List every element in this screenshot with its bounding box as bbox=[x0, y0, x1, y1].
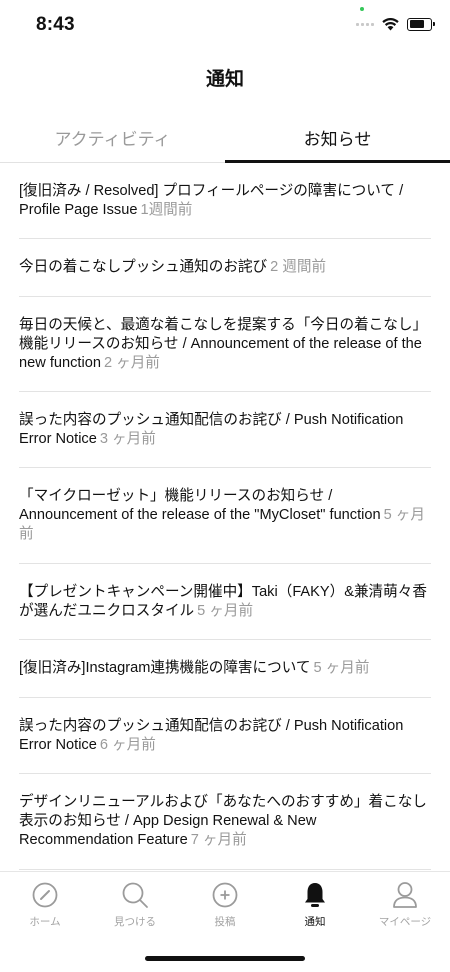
tab-announcements[interactable]: お知らせ bbox=[225, 112, 450, 163]
status-bar: 8:43 bbox=[0, 0, 450, 50]
notification-item[interactable]: 今日の着こなしプッシュ通知のお詫び 2 週間前 bbox=[19, 239, 431, 297]
home-indicator[interactable] bbox=[145, 956, 305, 961]
tab-activity-label: アクティビティ bbox=[54, 129, 171, 149]
nav-home[interactable]: ホーム bbox=[0, 872, 90, 932]
notification-text: 今日の着こなしプッシュ通知のお詫び bbox=[19, 259, 268, 275]
wifi-icon bbox=[382, 17, 399, 30]
notification-time: 5 ヶ月前 bbox=[197, 602, 254, 619]
tab-activity[interactable]: アクティビティ bbox=[0, 112, 225, 162]
notification-list[interactable]: [復旧済み / Resolved] プロフィールページの障害について / Pro… bbox=[0, 163, 450, 871]
notification-time: 5 ヶ月前 bbox=[313, 660, 370, 676]
notification-item[interactable]: 誤った内容のプッシュ通知配信のお詫び / Push Notification E… bbox=[19, 698, 431, 774]
bottom-nav: ホーム 見つける 投稿 通知 マイページ bbox=[0, 871, 450, 932]
nav-search[interactable]: 見つける bbox=[90, 872, 180, 932]
bell-icon bbox=[301, 881, 329, 909]
notification-item[interactable]: 【プレゼントキャンペーン開催中】Taki（FAKY）&兼清萌々香が選んだユニクロ… bbox=[19, 564, 431, 640]
notification-time: 2 ヶ月前 bbox=[103, 354, 160, 371]
notification-time: 2 週間前 bbox=[270, 259, 327, 275]
nav-mypage[interactable]: マイページ bbox=[360, 872, 450, 932]
status-time: 8:43 bbox=[36, 14, 75, 35]
nav-notifications[interactable]: 通知 bbox=[270, 872, 360, 932]
signal-icon bbox=[356, 22, 374, 26]
notification-text: 誤った内容のプッシュ通知配信のお詫び / Push Notification E… bbox=[19, 717, 404, 753]
notification-item[interactable]: 誤った内容のプッシュ通知配信のお詫び / Push Notification E… bbox=[19, 392, 431, 468]
notification-item[interactable]: 毎日の天候と、最適な着こなしを提案する「今日の着こなし」機能リリースのお知らせ … bbox=[19, 297, 431, 392]
person-icon bbox=[391, 881, 419, 909]
notification-item[interactable]: デザインリニューアルおよび「あなたへのおすすめ」着こなし表示のお知らせ / Ap… bbox=[19, 774, 431, 870]
search-icon bbox=[121, 881, 149, 909]
notification-text: 誤った内容のプッシュ通知配信のお詫び / Push Notification E… bbox=[19, 411, 404, 447]
tab-announcements-label: お知らせ bbox=[303, 129, 372, 149]
notification-time: 3 ヶ月前 bbox=[99, 430, 156, 447]
nav-mypage-label: マイページ bbox=[378, 916, 432, 928]
notification-text: 毎日の天候と、最適な着こなしを提案する「今日の着こなし」機能リリースのお知らせ … bbox=[19, 316, 428, 371]
nav-search-label: 見つける bbox=[114, 916, 156, 928]
nav-post-label: 投稿 bbox=[214, 916, 236, 928]
page-title: 通知 bbox=[205, 69, 244, 90]
nav-notifications-label: 通知 bbox=[304, 916, 326, 928]
notification-item[interactable]: [復旧済み / Resolved] プロフィールページの障害について / Pro… bbox=[19, 163, 431, 239]
status-icons bbox=[356, 16, 435, 32]
notification-text: [復旧済み / Resolved] プロフィールページの障害について / Pro… bbox=[19, 182, 404, 218]
notification-text: [復旧済み]Instagram連携機能の障害について bbox=[19, 660, 311, 676]
nav-home-label: ホーム bbox=[29, 916, 61, 928]
privacy-indicator-dot bbox=[360, 7, 364, 11]
battery-icon bbox=[407, 17, 435, 31]
plus-circle-icon bbox=[211, 881, 239, 909]
notification-time: 7 ヶ月前 bbox=[190, 832, 247, 848]
notification-text: 「マイクローゼット」機能リリースのお知らせ / Announcement of … bbox=[19, 488, 381, 523]
tab-bar: アクティビティ お知らせ bbox=[0, 112, 450, 163]
notification-item[interactable]: [復旧済み]Instagram連携機能の障害について 5 ヶ月前 bbox=[19, 640, 431, 698]
notification-time: 6 ヶ月前 bbox=[99, 736, 156, 753]
nav-post[interactable]: 投稿 bbox=[180, 872, 270, 932]
notification-time: 1週間前 bbox=[140, 201, 193, 218]
compass-icon bbox=[31, 881, 59, 909]
notification-item[interactable]: 「マイクローゼット」機能リリースのお知らせ / Announcement of … bbox=[19, 468, 431, 564]
